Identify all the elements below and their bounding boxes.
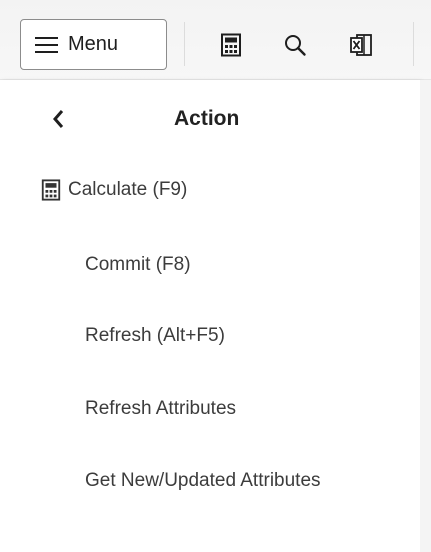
menu-item-label: Refresh Attributes xyxy=(85,398,237,419)
background-strip xyxy=(420,80,431,552)
calculator-icon xyxy=(41,179,61,201)
back-chevron-icon[interactable] xyxy=(52,108,66,130)
menu-button-label: Menu xyxy=(68,33,119,55)
menu-item-refresh[interactable]: Refresh (Alt+F5) xyxy=(85,318,225,354)
menu-button[interactable]: Menu xyxy=(20,19,167,70)
menu-item-label: Refresh (Alt+F5) xyxy=(85,325,225,346)
calculator-icon[interactable] xyxy=(219,33,243,57)
menu-item-label: Commit (F8) xyxy=(85,254,191,275)
menu-item-get-new-updated-attributes[interactable]: Get New/Updated Attributes xyxy=(85,463,321,499)
menu-item-calculate[interactable]: Calculate (F9) xyxy=(40,172,187,208)
toolbar-divider xyxy=(184,22,185,66)
excel-icon[interactable] xyxy=(349,33,373,57)
search-icon[interactable] xyxy=(283,33,307,57)
menu-item-refresh-attributes[interactable]: Refresh Attributes xyxy=(85,391,236,427)
menu-item-label: Calculate (F9) xyxy=(68,179,188,200)
panel-title: Action xyxy=(174,107,240,130)
menu-item-commit[interactable]: Commit (F8) xyxy=(85,247,191,283)
toolbar: Menu xyxy=(0,0,431,80)
toolbar-divider xyxy=(413,22,414,66)
hamburger-icon xyxy=(35,36,58,53)
menu-item-label: Get New/Updated Attributes xyxy=(85,470,321,491)
